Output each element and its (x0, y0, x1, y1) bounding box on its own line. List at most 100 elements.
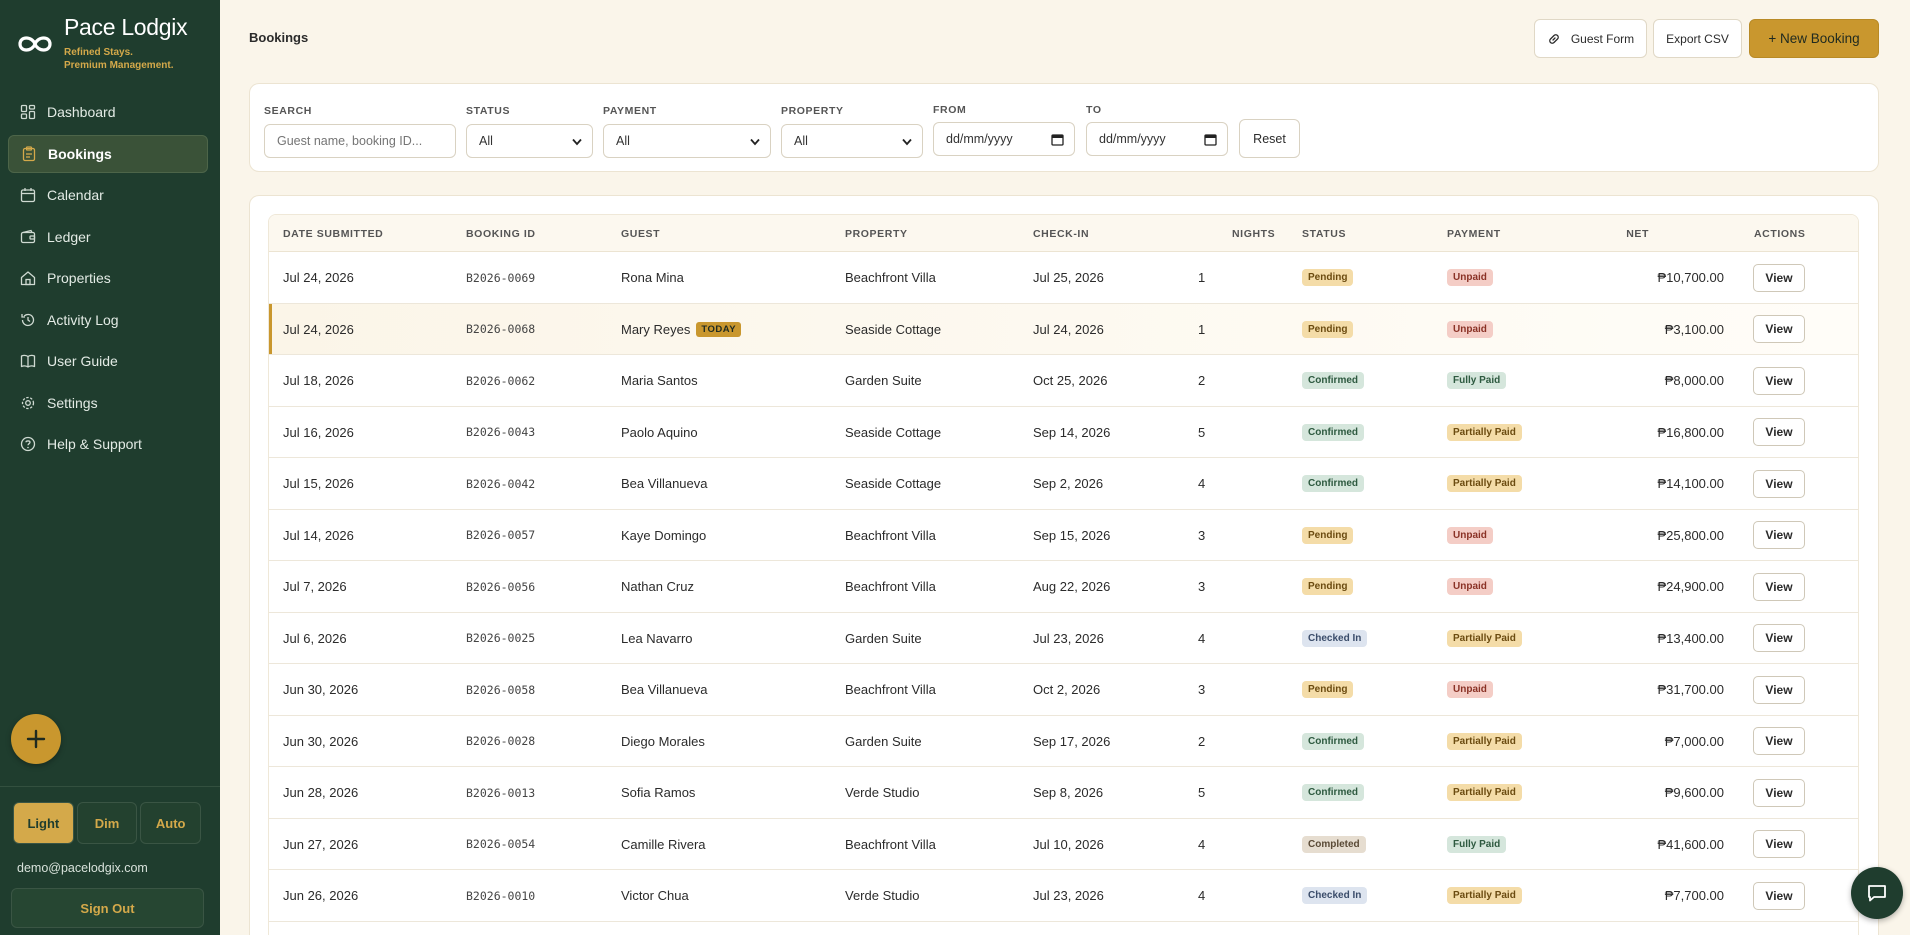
new-booking-button[interactable]: + New Booking (1749, 19, 1879, 58)
cell-check-in: Jul 24, 2026 (1033, 304, 1104, 355)
clipboard-icon (21, 145, 37, 162)
sidebar-item-label: Bookings (48, 145, 112, 162)
date-submitted: Jun 30, 2026 (283, 682, 359, 697)
export-csv-button[interactable]: Export CSV (1653, 19, 1742, 58)
view-booking-button[interactable]: View (1753, 521, 1805, 549)
table-row[interactable]: Jul 24, 2026 B2026-0068 Mary Reyes TODAY Sea… (269, 303, 1858, 355)
guest-name: Rona Mina (621, 270, 684, 285)
reset-filters-button[interactable]: Reset (1239, 119, 1300, 158)
sidebar-item-properties[interactable]: Properties (8, 259, 208, 297)
col-check-in[interactable]: CHECK-IN (1033, 228, 1089, 240)
view-booking-button[interactable]: View (1753, 778, 1805, 807)
cell-nights: 4 (1198, 613, 1205, 664)
cell-property: Beachfront Villa (845, 664, 936, 715)
table-row[interactable]: Jun 26, 2026 B2026-0010 Victor Chua Verde S… (269, 870, 1858, 922)
theme-dim-button[interactable]: Dim (76, 802, 138, 844)
view-booking-button[interactable]: View (1753, 675, 1805, 704)
net-amount: ₱7,700.00 (1664, 888, 1724, 903)
sidebar-item-bookings[interactable]: Bookings (8, 134, 208, 173)
cell-date-submitted: Jun 27, 2026 (283, 819, 358, 870)
brand[interactable]: Pace Lodgix Refined Stays. Premium Manag… (14, 14, 188, 72)
cell-net: ₱9,600.00 (1584, 767, 1724, 818)
dashboard-icon (20, 104, 36, 120)
guest-form-button[interactable]: Guest Form (1534, 19, 1647, 58)
sidebar-item-label: Calendar (47, 187, 104, 203)
cell-guest: Lea Navarro (621, 613, 693, 664)
table-row[interactable]: Jul 18, 2026 B2026-0062 Maria Santos Garden… (269, 355, 1858, 407)
view-booking-button[interactable]: View (1753, 881, 1805, 910)
sidebar-item-ledger[interactable]: Ledger (8, 218, 208, 256)
property-name: Beachfront Villa (845, 579, 936, 594)
search-input[interactable] (264, 124, 456, 158)
view-booking-button[interactable]: View (1753, 366, 1805, 395)
date-submitted: Jun 27, 2026 (283, 836, 359, 852)
sidebar-item-help-support[interactable]: Help & Support (8, 425, 208, 463)
cell-booking-id: B2026-0028 (466, 716, 535, 767)
guest-name: Nathan Cruz (621, 579, 694, 594)
nights: 1 (1198, 270, 1206, 285)
col-status[interactable]: STATUS (1302, 228, 1346, 240)
cell-payment: Partially Paid (1447, 458, 1522, 509)
quick-add-button[interactable] (11, 714, 61, 764)
guest-name: Bea Villanueva (621, 682, 708, 697)
cell-payment: Partially Paid (1447, 870, 1522, 921)
cell-nights: 3 (1198, 664, 1205, 715)
cell-booking-id: B2026-0054 (466, 819, 535, 870)
sidebar-item-settings[interactable]: Settings (8, 384, 208, 422)
chat-support-button[interactable] (1851, 867, 1903, 919)
table-row[interactable]: Jul 16, 2026 B2026-0043 Paolo Aquino Seasid… (269, 407, 1858, 458)
col-booking-id[interactable]: BOOKING ID (466, 228, 536, 240)
sidebar-item-calendar[interactable]: Calendar (8, 176, 208, 214)
table-row[interactable]: Jun 30, 2026 B2026-0058 Bea Villanueva Beac… (269, 664, 1858, 716)
view-booking-button[interactable]: View (1753, 572, 1805, 601)
view-booking-button[interactable]: View (1753, 469, 1805, 498)
view-booking-button[interactable]: View (1753, 418, 1805, 446)
cell-nights: 1 (1198, 304, 1205, 355)
col-property[interactable]: PROPERTY (845, 228, 908, 240)
view-booking-button[interactable]: View (1753, 263, 1805, 292)
cell-booking-id: B2026-0068 (466, 304, 535, 355)
home-icon (20, 270, 36, 286)
col-net[interactable]: NET (1626, 228, 1649, 240)
sidebar-item-user-guide[interactable]: User Guide (8, 342, 208, 380)
table-row[interactable]: Jun 27, 2026 B2026-0054 Camille Rivera Beac… (269, 819, 1858, 870)
table-row[interactable]: Jul 24, 2026 B2026-0069 Rona Mina Beachfron… (269, 252, 1858, 304)
theme-light-button[interactable]: Light (13, 802, 74, 844)
table-row[interactable]: Jul 14, 2026 B2026-0057 Kaye Domingo Beachf… (269, 510, 1858, 561)
cell-net: ₱16,800.00 (1584, 407, 1724, 458)
view-booking-button[interactable]: View (1753, 315, 1805, 343)
payment-select[interactable]: All (603, 124, 771, 158)
to-date-input[interactable]: dd/mm/yyyy (1086, 122, 1228, 156)
col-guest[interactable]: GUEST (621, 228, 660, 240)
cell-status: Completed (1302, 819, 1366, 870)
sidebar-item-dashboard[interactable]: Dashboard (8, 93, 208, 131)
cell-actions: View (1753, 510, 1805, 561)
cell-check-in: Sep 2, 2026 (1033, 458, 1103, 509)
cell-nights: 5 (1198, 407, 1205, 458)
col-date-submitted[interactable]: DATE SUBMITTED (283, 228, 383, 240)
table-row[interactable]: Jul 6, 2026 B2026-0025 Lea Navarro Garden S… (269, 613, 1858, 664)
col-nights[interactable]: NIGHTS (1232, 228, 1275, 240)
sign-out-button[interactable]: Sign Out (11, 888, 204, 928)
view-booking-button[interactable]: View (1753, 830, 1805, 858)
property-name: Garden Suite (845, 373, 922, 388)
view-booking-button[interactable]: View (1753, 624, 1805, 652)
nights: 1 (1198, 321, 1206, 337)
col-payment[interactable]: PAYMENT (1447, 228, 1501, 240)
net-amount: ₱14,100.00 (1657, 476, 1724, 491)
net-amount: ₱16,800.00 (1657, 424, 1724, 440)
table-row[interactable]: Jun 30, 2026 B2026-0028 Diego Morales Garde… (269, 716, 1858, 767)
property-select[interactable]: All (781, 124, 923, 158)
from-date-input[interactable]: dd/mm/yyyy (933, 122, 1075, 156)
sidebar-item-activity-log[interactable]: Activity Log (8, 301, 208, 339)
table-row[interactable]: Jul 7, 2026 B2026-0056 Nathan Cruz Beachfro… (269, 561, 1858, 613)
cell-nights: 1 (1198, 252, 1205, 303)
cell-status: Confirmed (1302, 407, 1364, 458)
theme-auto-button[interactable]: Auto (140, 802, 202, 844)
view-booking-button[interactable]: View (1753, 727, 1805, 755)
table-row[interactable]: Jul 15, 2026 B2026-0042 Bea Villanueva Seas… (269, 458, 1858, 510)
status-select[interactable]: All (466, 124, 593, 158)
cell-nights: 2 (1198, 716, 1205, 767)
check-in-date: Jul 24, 2026 (1033, 321, 1104, 337)
table-row[interactable]: Jun 28, 2026 B2026-0013 Sofia Ramos Verde S… (269, 767, 1858, 819)
